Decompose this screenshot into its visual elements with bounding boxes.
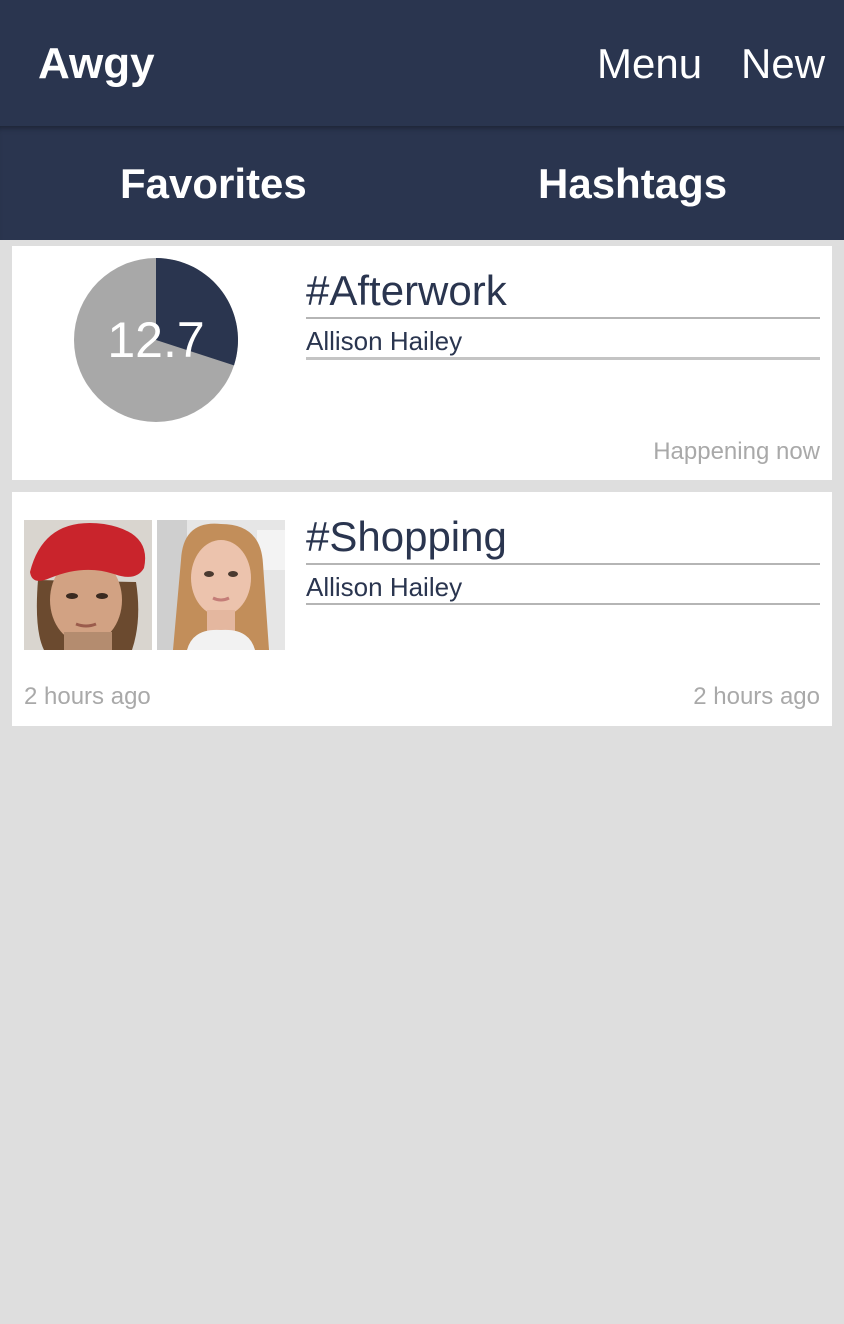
- author-name[interactable]: Allison Hailey: [306, 570, 462, 604]
- divider: [306, 357, 820, 360]
- author-name[interactable]: Allison Hailey: [306, 324, 462, 358]
- tab-favorites[interactable]: Favorites: [120, 156, 307, 212]
- woman-blonde-hair-photo[interactable]: [157, 520, 285, 650]
- top-app-bar: Awgy Menu New: [0, 0, 844, 126]
- event-status: Happening now: [653, 438, 820, 465]
- countdown-value: 12.7: [107, 312, 205, 368]
- divider: [306, 603, 820, 605]
- tab-bar: Favorites Hashtags: [0, 126, 844, 240]
- hashtag-title[interactable]: #Afterwork: [306, 266, 507, 316]
- menu-button[interactable]: Menu: [597, 38, 702, 90]
- event-card[interactable]: #Shopping Allison Hailey 2 hours ago 2 h…: [12, 492, 832, 726]
- event-time-right: 2 hours ago: [693, 683, 820, 710]
- countdown-pie: 12.7: [74, 258, 238, 422]
- event-card[interactable]: 12.7 #Afterwork Allison Hailey Happening…: [12, 246, 832, 480]
- hashtag-title[interactable]: #Shopping: [306, 512, 507, 562]
- app-title: Awgy: [38, 39, 155, 88]
- tab-hashtags[interactable]: Hashtags: [538, 156, 727, 212]
- event-time-left: 2 hours ago: [24, 683, 151, 710]
- divider: [306, 563, 820, 565]
- divider: [306, 317, 820, 319]
- new-button[interactable]: New: [741, 38, 825, 90]
- woman-red-beret-photo[interactable]: [24, 520, 152, 650]
